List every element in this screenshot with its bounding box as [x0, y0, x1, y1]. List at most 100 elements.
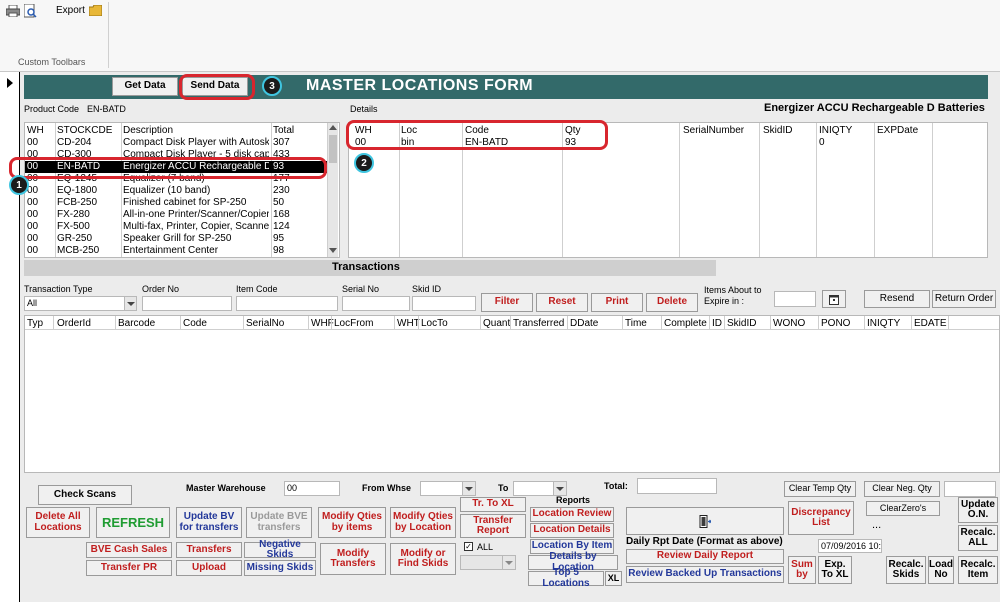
col-header-serialnumber[interactable]: SerialNumber [683, 125, 744, 136]
scroll-down-icon[interactable] [329, 248, 337, 253]
get-data-button[interactable]: Get Data [112, 77, 178, 96]
table-row[interactable]: 00 FX-500 Multi-fax, Printer, Copier, Scan… [25, 221, 327, 233]
return-order-button[interactable]: Return Order [932, 290, 996, 308]
location-details-button[interactable]: Location Details [530, 523, 614, 538]
col-header-iniqty[interactable]: INIQTY [819, 125, 852, 136]
col-header-skidid[interactable]: SkidID [763, 125, 792, 136]
report-date-field[interactable]: 07/09/2016 10: [818, 539, 882, 553]
table-row[interactable]: 00 CD-204 Compact Disk Player with Autosk 3… [25, 137, 327, 149]
printer-icon[interactable] [5, 4, 21, 18]
print-button[interactable]: Print [591, 293, 643, 312]
skid-id-input[interactable] [412, 296, 476, 311]
discrepancy-list-button[interactable]: Discrepancy List [788, 501, 854, 535]
calendar-button[interactable] [822, 290, 846, 308]
col-header-locfrom[interactable]: LocFrom [334, 318, 373, 329]
col-header-typ[interactable]: Typ [27, 318, 43, 329]
table-row[interactable]: 00 MCB-250 Entertainment Center 98 [25, 245, 327, 257]
col-header-time[interactable]: Time [625, 318, 647, 329]
stock-list[interactable]: WH STOCKCDE Description Total 00 CD-204 Co… [24, 122, 340, 258]
check-scans-button[interactable]: Check Scans [38, 485, 132, 505]
transfers-button[interactable]: Transfers [176, 542, 242, 558]
col-header-wh[interactable]: WH [27, 125, 44, 136]
col-header-wht[interactable]: WHT [397, 318, 420, 329]
modify-find-skids-button[interactable]: Modify or Find Skids [390, 543, 456, 575]
col-header-edate[interactable]: EDATE [914, 318, 947, 329]
transfer-report-button[interactable]: Transfer Report [460, 514, 526, 538]
upload-button[interactable]: Upload [176, 560, 242, 576]
master-warehouse-input[interactable]: 00 [284, 481, 340, 496]
top-5-xl-button[interactable]: XL [605, 571, 622, 586]
review-backed-up-button[interactable]: Review Backed Up Transactions [626, 566, 784, 583]
col-header-iniqty[interactable]: INIQTY [867, 318, 900, 329]
modify-qties-location-button[interactable]: Modify Qties by Location [390, 507, 456, 538]
location-review-button[interactable]: Location Review [530, 507, 614, 522]
col-header-id[interactable]: ID [712, 318, 722, 329]
clear-neg-qty-button[interactable]: Clear Neg. Qty [864, 481, 940, 497]
table-row[interactable]: 00 EQ-1800 Equalizer (10 band) 230 [25, 185, 327, 197]
recalc-skids-button[interactable]: Recalc. Skids [886, 556, 926, 584]
all-checkbox[interactable]: ✓ [464, 542, 473, 551]
table-row[interactable]: 00 FX-280 All-in-one Printer/Scanner/Copie… [25, 209, 327, 221]
sum-by-button[interactable]: Sum by [788, 556, 816, 584]
chevron-down-icon[interactable] [502, 556, 515, 569]
exp-to-xl-button[interactable]: Exp. To XL [818, 556, 852, 584]
col-header-serialno[interactable]: SerialNo [246, 318, 284, 329]
update-bv-button[interactable]: Update BV for transfers [176, 507, 242, 538]
modify-qties-items-button[interactable]: Modify Qties by items [318, 507, 386, 538]
col-header-skidid[interactable]: SkidID [727, 318, 756, 329]
recalc-item-button[interactable]: Recalc. Item [958, 556, 998, 584]
product-code-field[interactable]: EN-BATD [84, 102, 342, 116]
col-header-code[interactable]: Code [183, 318, 207, 329]
missing-skids-button[interactable]: Missing Skids [244, 560, 316, 576]
clear-temp-qty-button[interactable]: Clear Temp Qty [784, 481, 856, 497]
table-row[interactable]: 00 GR-250 Speaker Grill for SP-250 95 [25, 233, 327, 245]
modify-transfers-button[interactable]: Modify Transfers [320, 543, 386, 575]
scroll-up-icon[interactable] [329, 125, 337, 130]
export-button[interactable]: Export [56, 5, 85, 16]
col-header-stockcde[interactable]: STOCKCDE [57, 125, 112, 136]
col-header-complete[interactable]: Complete [664, 318, 707, 329]
transfer-pr-button[interactable]: Transfer PR [86, 560, 172, 576]
chevron-down-icon[interactable] [462, 482, 475, 495]
reset-button[interactable]: Reset [536, 293, 588, 312]
review-daily-report-button[interactable]: Review Daily Report [626, 549, 784, 564]
chevron-down-icon[interactable] [124, 297, 136, 310]
top-5-locations-button[interactable]: Top 5 Locations [528, 567, 604, 588]
transaction-type-select[interactable]: All [24, 296, 137, 311]
stock-list-scrollbar[interactable] [328, 123, 338, 257]
update-bve-button[interactable]: Update BVE transfers [246, 507, 312, 538]
folder-icon[interactable] [88, 4, 103, 17]
col-header-quant[interactable]: Quant [483, 318, 510, 329]
serial-no-input[interactable] [342, 296, 410, 311]
print-preview-icon[interactable] [23, 3, 37, 18]
bve-cash-sales-button[interactable]: BVE Cash Sales [86, 542, 172, 558]
item-code-input[interactable] [236, 296, 338, 311]
col-header-total[interactable]: Total [273, 125, 294, 136]
col-header-description[interactable]: Description [123, 125, 173, 136]
col-header-transferred[interactable]: Transferred [513, 318, 564, 329]
order-no-input[interactable] [142, 296, 232, 311]
clear-zeros-button[interactable]: ClearZero's [866, 501, 940, 516]
col-header-expdate[interactable]: EXPDate [877, 125, 918, 136]
recalc-all-button[interactable]: Recalc. ALL [958, 525, 998, 551]
refresh-button[interactable]: REFRESH [96, 507, 170, 538]
load-no-button[interactable]: Load No [928, 556, 954, 584]
negative-skids-button[interactable]: Negative Skids [244, 539, 316, 560]
col-header-ddate[interactable]: DDate [570, 318, 598, 329]
chevron-down-icon[interactable] [553, 482, 566, 495]
col-header-wono[interactable]: WONO [773, 318, 805, 329]
col-header-orderid[interactable]: OrderId [57, 318, 91, 329]
col-header-locto[interactable]: LocTo [421, 318, 448, 329]
table-row[interactable]: 00 FCB-250 Finished cabinet for SP-250 50 [25, 197, 327, 209]
update-on-button[interactable]: Update O.N. [958, 497, 998, 523]
resend-button[interactable]: Resend [864, 290, 930, 308]
tr-to-xl-button[interactable]: Tr. To XL [460, 497, 526, 512]
extra-field[interactable] [944, 481, 996, 497]
scroll-thumb[interactable] [329, 135, 337, 163]
transactions-grid[interactable]: Typ OrderId Barcode Code SerialNo WHF Lo… [24, 315, 1000, 473]
col-header-barcode[interactable]: Barcode [118, 318, 155, 329]
filter-button[interactable]: Filter [481, 293, 533, 312]
col-header-pono[interactable]: PONO [821, 318, 850, 329]
delete-all-locations-button[interactable]: Delete All Locations [26, 507, 90, 538]
delete-button[interactable]: Delete [646, 293, 698, 312]
